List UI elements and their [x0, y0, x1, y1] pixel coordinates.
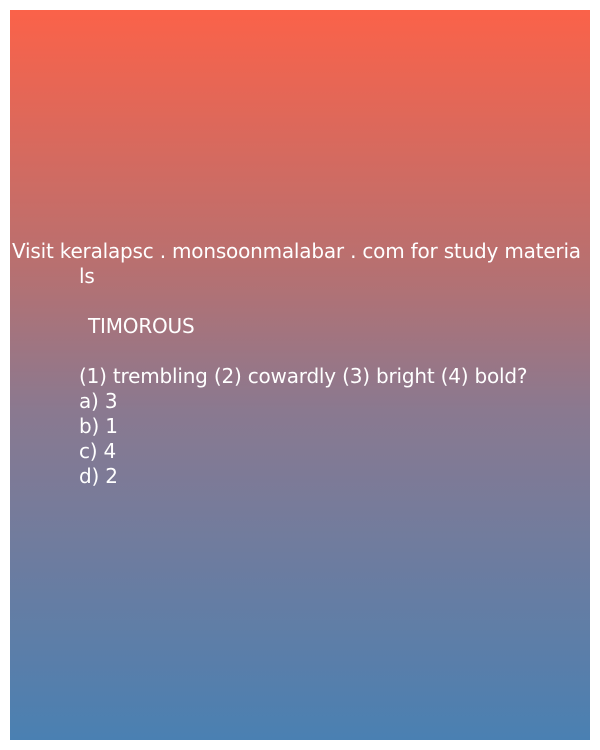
question-word: TIMOROUS: [88, 314, 195, 338]
option-d: d) 2: [79, 464, 118, 488]
site-promo-line-1: Visit keralapsc . monsoonmalabar . com f…: [12, 239, 581, 263]
question-text: (1) trembling (2) cowardly (3) bright (4…: [79, 364, 528, 388]
option-a: a) 3: [79, 389, 118, 413]
option-c: c) 4: [79, 439, 117, 463]
site-promo-line-2: ls: [79, 264, 95, 288]
question-card: Visit keralapsc . monsoonmalabar . com f…: [10, 10, 590, 740]
option-b: b) 1: [79, 414, 118, 438]
